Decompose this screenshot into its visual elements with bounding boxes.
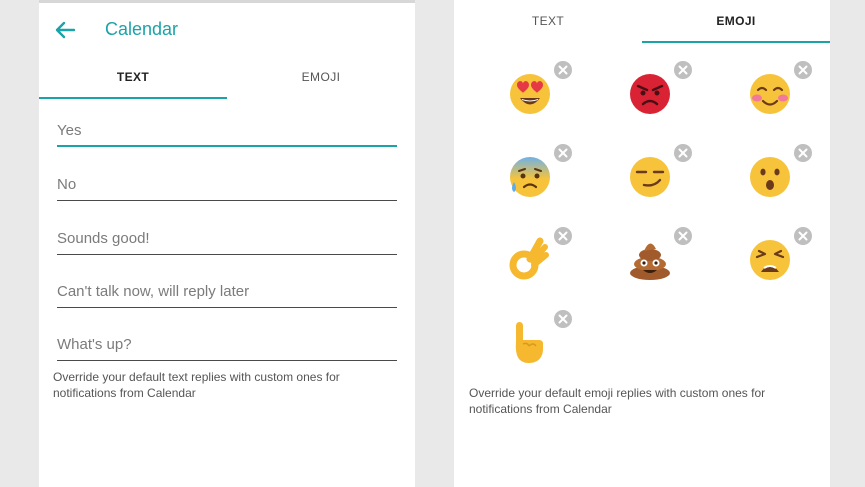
reply-field-value: Sounds good! — [57, 230, 150, 247]
reply-field-value: What's up? — [57, 336, 132, 353]
reply-field-value: Yes — [57, 122, 82, 139]
page-title: Calendar — [105, 19, 179, 39]
close-icon — [798, 65, 808, 75]
field-underline — [57, 145, 397, 147]
blushing-smile-emoji-icon[interactable] — [748, 71, 792, 115]
tab-text-label: TEXT — [116, 70, 150, 84]
smirk-emoji-icon[interactable] — [628, 154, 672, 198]
remove-emoji-button[interactable] — [674, 61, 692, 79]
ok-hand-emoji-icon[interactable] — [508, 237, 552, 281]
remove-emoji-button[interactable] — [674, 144, 692, 162]
active-tab-indicator — [642, 41, 830, 43]
close-icon — [558, 314, 568, 324]
tab-emoji[interactable]: EMOJI — [642, 3, 830, 43]
reply-field-value: No — [57, 176, 77, 193]
active-tab-indicator — [39, 97, 227, 99]
remove-emoji-button[interactable] — [554, 310, 572, 328]
remove-emoji-button[interactable] — [794, 61, 812, 79]
field-underline — [57, 254, 397, 255]
tab-emoji-label: EMOJI — [716, 14, 756, 28]
emoji-slot-2 — [628, 61, 692, 131]
pile-of-poo-emoji-icon[interactable] — [628, 237, 672, 281]
close-icon — [678, 231, 688, 241]
remove-emoji-button[interactable] — [554, 227, 572, 245]
tab-bar: TEXT EMOJI — [39, 59, 415, 99]
emoji-slot-5 — [628, 144, 692, 214]
anxious-sweat-emoji-icon[interactable] — [508, 154, 552, 198]
emoji-slot-6 — [748, 144, 812, 214]
text-help-text: Override your default text replies with … — [53, 370, 340, 400]
back-arrow-icon[interactable] — [54, 19, 76, 41]
emoji-slot-9 — [748, 227, 812, 297]
close-icon — [558, 148, 568, 158]
angry-face-emoji-icon[interactable] — [628, 71, 672, 115]
heart-eyes-emoji-icon[interactable] — [508, 71, 552, 115]
close-icon — [798, 148, 808, 158]
reply-field-2[interactable]: No — [57, 171, 397, 201]
tab-text[interactable]: TEXT — [39, 59, 227, 99]
close-icon — [558, 231, 568, 241]
reply-field-4[interactable]: Can't talk now, will reply later — [57, 278, 397, 308]
emoji-slot-3 — [748, 61, 812, 131]
remove-emoji-button[interactable] — [794, 227, 812, 245]
hushed-face-emoji-icon[interactable] — [748, 154, 792, 198]
field-underline — [57, 360, 397, 361]
pointing-up-hand-emoji-icon[interactable] — [508, 320, 552, 364]
app-header: Calendar — [39, 3, 415, 61]
emoji-help-text: Override your default emoji replies with… — [469, 386, 766, 416]
tab-emoji-label: EMOJI — [301, 70, 341, 84]
remove-emoji-button[interactable] — [554, 144, 572, 162]
emoji-slot-7 — [508, 227, 572, 297]
reply-field-5[interactable]: What's up? — [57, 331, 397, 361]
close-icon — [678, 65, 688, 75]
field-underline — [57, 200, 397, 201]
weary-face-emoji-icon[interactable] — [748, 237, 792, 281]
emoji-slot-4 — [508, 144, 572, 214]
reply-field-value: Can't talk now, will reply later — [57, 283, 250, 300]
text-replies-screen: Calendar TEXT EMOJI Yes No Sounds good! … — [39, 0, 415, 487]
reply-field-3[interactable]: Sounds good! — [57, 225, 397, 255]
close-icon — [558, 65, 568, 75]
tab-text[interactable]: TEXT — [454, 3, 642, 43]
tab-text-label: TEXT — [531, 14, 565, 28]
close-icon — [678, 148, 688, 158]
remove-emoji-button[interactable] — [554, 61, 572, 79]
emoji-slot-8 — [628, 227, 692, 297]
emoji-replies-screen: TEXT EMOJI Override your default emoji r… — [454, 0, 830, 487]
remove-emoji-button[interactable] — [674, 227, 692, 245]
reply-field-1[interactable]: Yes — [57, 117, 397, 147]
emoji-slot-10 — [508, 310, 572, 380]
field-underline — [57, 307, 397, 308]
tab-bar: TEXT EMOJI — [454, 3, 830, 43]
tab-emoji[interactable]: EMOJI — [227, 59, 415, 99]
emoji-slot-1 — [508, 61, 572, 131]
remove-emoji-button[interactable] — [794, 144, 812, 162]
close-icon — [798, 231, 808, 241]
